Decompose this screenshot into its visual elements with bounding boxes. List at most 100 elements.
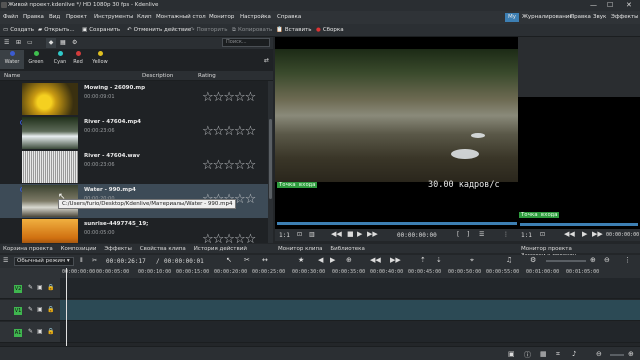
workspace-effects[interactable]: Эффекты [608, 13, 640, 22]
clip-rating-stars[interactable]: ☆☆☆☆☆ [202, 90, 256, 105]
clip-monitor-video[interactable] [275, 49, 518, 182]
out-point-icon[interactable]: ] [467, 231, 469, 238]
menu-help[interactable]: Справка [277, 14, 301, 20]
play-backward-icon[interactable]: ◀◀ [564, 230, 575, 238]
tag-yellow[interactable]: Yellow [87, 51, 113, 65]
menu-project[interactable]: Проект [66, 14, 87, 20]
open-button[interactable]: ▰ Открыть... [38, 27, 75, 33]
menu-view[interactable]: Вид [49, 14, 60, 20]
forward-icon[interactable]: ▶▶ [390, 256, 401, 264]
project-monitor[interactable] [518, 37, 640, 229]
options-icon[interactable]: ☰ [479, 231, 484, 238]
menu-timeline[interactable]: Монтажный стол [156, 14, 206, 20]
project-monitor-ruler[interactable] [520, 223, 638, 226]
snap-icon[interactable]: ⌖ [470, 256, 474, 265]
status-grid-icon[interactable]: ▦ [540, 350, 547, 358]
clip-rating-stars[interactable]: ☆☆☆☆☆ [202, 124, 256, 139]
select-tool-icon[interactable]: ↖ [226, 256, 232, 264]
timeline-duration[interactable]: 00:00:00:01 [164, 258, 204, 265]
col-description[interactable]: Description [142, 73, 173, 79]
settings-icon[interactable]: ⚙ [72, 39, 77, 46]
status-audio-icon[interactable]: ♪ [572, 350, 576, 358]
create-button[interactable]: ▭ Создать [3, 27, 34, 33]
lift-icon[interactable]: ⇡ [420, 256, 426, 264]
minimize-button[interactable]: — [590, 1, 597, 9]
col-rating[interactable]: Rating [198, 73, 216, 79]
track-a1[interactable] [60, 322, 640, 343]
timeline-ruler[interactable]: 00:00:00:00 00:00:05:00 00:00:10:00 00:0… [60, 268, 640, 278]
timeline-more-icon[interactable]: ⋮ [624, 256, 631, 264]
project-zoom-select[interactable]: 1:1 [521, 232, 532, 239]
spacer-tool-icon[interactable]: ↔ [262, 256, 268, 264]
maximize-button[interactable]: ☐ [607, 1, 613, 9]
timeline-zoom-slider[interactable] [546, 260, 586, 262]
status-tag-icon[interactable]: ▣ [508, 350, 515, 358]
previous-marker-icon[interactable]: ◀ [318, 256, 323, 264]
clip-rating-stars[interactable]: ☆☆☆☆☆ [202, 232, 256, 243]
clip-row-sunrise[interactable]: sunrise-4497745_19; 00:00:05:00 ☆☆☆☆☆ [0, 218, 268, 243]
bin-search-input[interactable]: Поиск... [222, 38, 270, 47]
timeline-settings-icon[interactable]: ⚙ [530, 256, 536, 264]
clip-zoom-select[interactable]: 1:1 [279, 232, 290, 239]
tab-compositions[interactable]: Композиции [61, 246, 97, 252]
extract-icon[interactable]: ⇣ [436, 256, 442, 264]
render-button[interactable]: ● Сборка [316, 27, 344, 33]
tab-project-bin[interactable]: Корзина проекта [3, 246, 53, 252]
menu-clip[interactable]: Клип [137, 14, 152, 20]
tab-clip-monitor[interactable]: Монитор клипа [278, 246, 322, 252]
status-zoom-in-icon[interactable]: ⊕ [628, 350, 634, 358]
track-header-v2[interactable]: V2 ✎ ▣ 🔒 [0, 278, 60, 299]
next-marker-icon[interactable]: ▶ [330, 256, 335, 264]
clip-timecode[interactable]: 00:00:00:00 [397, 232, 437, 239]
menu-file[interactable]: Файл [3, 14, 18, 20]
tag-water[interactable]: Water [0, 50, 24, 69]
bin-menu-icon[interactable]: ☰ [4, 39, 9, 46]
tab-effects[interactable]: Эффекты [104, 246, 132, 252]
clip-row-river-mp4[interactable]: River - 47604.mp4 00:00:23:06 ☆☆☆☆☆ [0, 116, 268, 150]
view-mode-icon[interactable]: ▦ [60, 39, 66, 46]
col-name[interactable]: Name [4, 73, 20, 79]
chart-icon[interactable]: ▥ [309, 231, 315, 238]
workspace-audio[interactable]: Звук [590, 13, 609, 22]
track-v1[interactable] [60, 300, 640, 321]
bin-scrollbar[interactable] [268, 81, 273, 243]
track-hide-icon[interactable]: ▣ [37, 284, 43, 291]
zoom-fit-icon[interactable]: ⊡ [540, 231, 545, 238]
timeline-position[interactable]: 00:00:26:17 [106, 258, 146, 265]
razor-tool-icon[interactable]: ✂ [244, 256, 250, 264]
bin-scrollbar-handle[interactable] [269, 119, 272, 199]
stop-icon[interactable]: ■ [347, 230, 354, 238]
copy-button[interactable]: ⧉ Копировать [232, 27, 272, 34]
track-v2[interactable] [60, 278, 640, 299]
status-snap-icon[interactable]: ⌗ [556, 350, 560, 359]
track-header-a1[interactable]: A1 ✎ ▣ 🔒 [0, 322, 60, 343]
play-icon[interactable]: ▶ [357, 230, 362, 238]
clip-row-mowing[interactable]: Mowing - 26090.mp 00:00:09:01 ☆☆☆☆☆ [0, 82, 268, 116]
track-lock-icon[interactable]: 🔒 [47, 306, 54, 313]
track-lock-icon[interactable]: 🔒 [47, 328, 54, 335]
track-lock-icon[interactable]: 🔒 [47, 284, 54, 291]
play-forward-icon[interactable]: ▶▶ [367, 230, 378, 238]
track-hide-icon[interactable]: ▣ [37, 306, 43, 313]
tab-project-monitor[interactable]: Монитор проекта [521, 246, 572, 252]
tab-undo-history[interactable]: История действий [194, 246, 247, 252]
menu-monitor[interactable]: Монитор [209, 14, 234, 20]
status-info-icon[interactable]: ⓘ [524, 350, 531, 360]
project-timecode[interactable]: 00:00:00:00 [606, 232, 639, 238]
track-mute-icon[interactable]: ✎ [28, 328, 33, 335]
favorite-icon[interactable]: ★ [298, 256, 304, 264]
zoom-out-icon[interactable]: ⊖ [604, 256, 610, 264]
play-backward-icon[interactable]: ◀◀ [331, 230, 342, 238]
zoom-in-icon[interactable]: ⊕ [590, 256, 596, 264]
clip-monitor-ruler[interactable] [277, 222, 517, 225]
insert-icon[interactable]: ⊕ [346, 256, 352, 264]
track-edit-icon[interactable]: ✎ [28, 284, 33, 291]
clip-rating-stars[interactable]: ☆☆☆☆☆ [202, 158, 256, 173]
audio-thumbnails-icon[interactable]: ♫ [506, 256, 512, 264]
status-zoom-slider[interactable] [610, 354, 624, 356]
play-icon[interactable]: ▶ [582, 230, 587, 238]
split-icon[interactable]: ⫴ [80, 257, 83, 265]
status-zoom-out-icon[interactable]: ⊖ [596, 350, 602, 358]
more-icon[interactable]: ⋮ [503, 231, 509, 238]
tab-library[interactable]: Библиотека [330, 246, 364, 252]
